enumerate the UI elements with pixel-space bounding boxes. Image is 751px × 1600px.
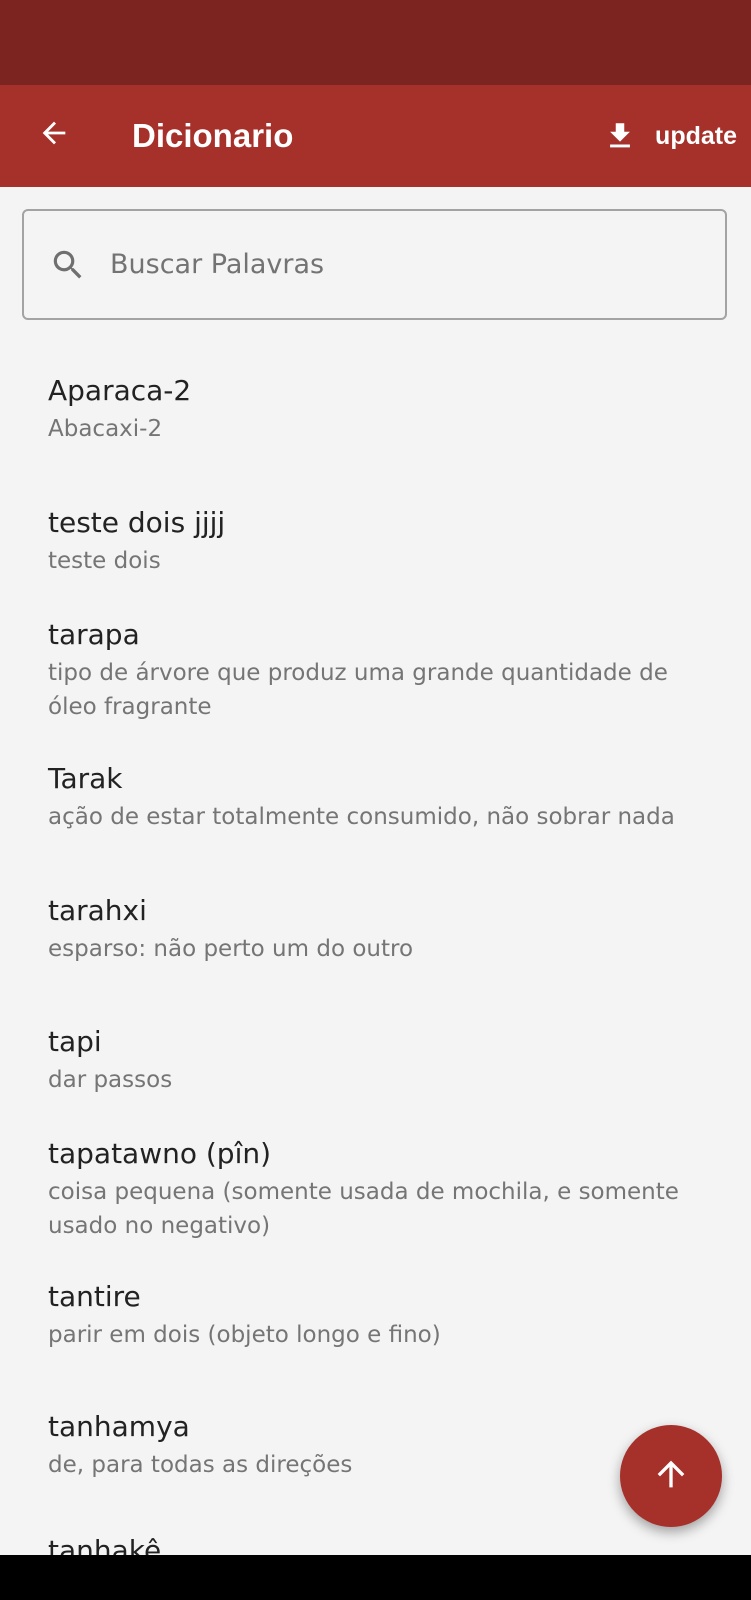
- word-term: tarahxi: [48, 894, 147, 927]
- word-definition: Abacaxi-2: [48, 416, 163, 442]
- list-item[interactable]: tantire parir em dois (objeto longo e fi…: [48, 1278, 708, 1352]
- word-term: tanhakê: [48, 1534, 162, 1555]
- list-item[interactable]: tapatawno (pîn) coisa pequena (somente u…: [48, 1135, 708, 1243]
- download-icon: [603, 118, 637, 154]
- update-label: update: [655, 121, 737, 150]
- search-input[interactable]: [110, 249, 690, 280]
- search-field[interactable]: [22, 209, 727, 320]
- word-definition: tipo de árvore que produz uma grande qua…: [48, 660, 668, 720]
- page-title: Dicionario: [132, 117, 294, 154]
- list-item[interactable]: Tarak ação de estar totalmente consumido…: [48, 760, 708, 834]
- status-bar: [0, 0, 751, 85]
- arrow-back-icon: [37, 116, 71, 154]
- word-term: tapatawno (pîn): [48, 1137, 272, 1170]
- list-item[interactable]: tapi dar passos: [48, 1023, 708, 1097]
- word-definition: esparso: não perto um do outro: [48, 936, 414, 962]
- update-button[interactable]: update: [603, 85, 737, 187]
- list-item[interactable]: teste dois jjjj teste dois: [48, 504, 708, 578]
- word-definition: dar passos: [48, 1067, 173, 1093]
- word-term: tanhamya: [48, 1410, 190, 1443]
- word-term: Tarak: [48, 762, 123, 795]
- list-item[interactable]: tanhakê: [48, 1532, 708, 1555]
- word-definition: de, para todas as direções: [48, 1452, 353, 1478]
- arrow-up-icon: [651, 1454, 691, 1498]
- word-term: tapi: [48, 1025, 102, 1058]
- word-list: Aparaca-2 Abacaxi-2 teste dois jjjj test…: [0, 320, 751, 1555]
- list-item[interactable]: tanhamya de, para todas as direções: [48, 1408, 708, 1482]
- back-button[interactable]: [26, 107, 82, 163]
- word-definition: teste dois: [48, 548, 161, 574]
- word-term: tantire: [48, 1280, 141, 1313]
- search-icon: [48, 245, 88, 285]
- word-term: Aparaca-2: [48, 374, 192, 407]
- scroll-to-top-button[interactable]: [620, 1425, 722, 1527]
- word-definition: parir em dois (objeto longo e fino): [48, 1322, 441, 1348]
- word-term: tarapa: [48, 618, 140, 651]
- word-definition: ação de estar totalmente consumido, não …: [48, 804, 675, 830]
- list-item[interactable]: tarapa tipo de árvore que produz uma gra…: [48, 616, 708, 724]
- word-term: teste dois jjjj: [48, 506, 226, 539]
- system-navigation-bar: [0, 1555, 751, 1600]
- app-bar: Dicionario update: [0, 85, 751, 187]
- list-item[interactable]: tarahxi esparso: não perto um do outro: [48, 892, 708, 966]
- list-item[interactable]: Aparaca-2 Abacaxi-2: [48, 372, 708, 446]
- word-definition: coisa pequena (somente usada de mochila,…: [48, 1179, 679, 1239]
